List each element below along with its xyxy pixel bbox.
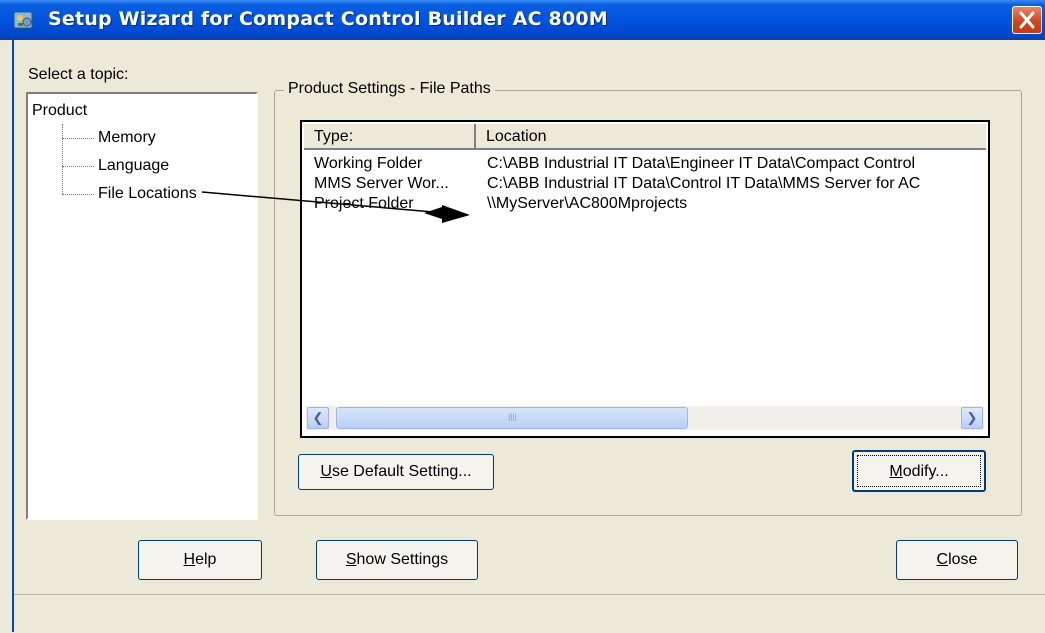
close-icon (1019, 11, 1035, 29)
file-paths-list[interactable]: Type: Location Working Folder C:\ABB Ind… (300, 120, 990, 438)
column-header-location[interactable]: Location (476, 124, 986, 150)
cell-location: \\MyServer\AC800Mprojects (487, 195, 688, 212)
tree-connector (62, 124, 63, 194)
tree-item-product[interactable]: Product (32, 102, 87, 120)
focus-rect (857, 455, 981, 487)
scroll-thumb[interactable]: IIII (336, 407, 688, 429)
button-label: how Settings (356, 551, 449, 568)
tree-item-file-locations[interactable]: File Locations (98, 185, 197, 203)
use-default-setting-button[interactable]: Use Default Setting... (298, 454, 494, 490)
button-label: elp (195, 551, 217, 568)
mnemonic-u: U (320, 463, 332, 480)
help-button[interactable]: Help (138, 540, 262, 580)
modify-button[interactable]: Modify... (852, 450, 986, 492)
button-label: se Default Setting... (331, 463, 472, 480)
column-header-location-label: Location (486, 128, 547, 145)
button-label: lose (948, 551, 978, 568)
cell-location: C:\ABB Industrial IT Data\Control IT Dat… (487, 175, 921, 192)
show-settings-button[interactable]: Show Settings (316, 540, 478, 580)
cell-type: Project Folder (314, 195, 414, 212)
cell-type: Working Folder (314, 155, 423, 172)
tree-connector (62, 194, 94, 195)
select-topic-label: Select a topic: (28, 66, 129, 83)
wizard-app-icon (13, 11, 33, 29)
mnemonic-h: H (183, 551, 196, 568)
chevron-left-icon: ❮ (312, 410, 324, 425)
mnemonic-s: S (345, 551, 357, 568)
horizontal-scrollbar[interactable]: ❮ IIII ❯ (306, 406, 984, 430)
scroll-left-button[interactable]: ❮ (307, 407, 329, 429)
column-header-type-label: Type: (314, 128, 354, 145)
mnemonic-c: C (936, 551, 949, 568)
tree-connector (62, 166, 94, 167)
chevron-right-icon: ❯ (966, 410, 978, 425)
tree-item-memory[interactable]: Memory (98, 129, 156, 147)
group-title: Product Settings - File Paths (284, 80, 495, 98)
topic-tree[interactable]: Product Memory Language File Locations (26, 92, 258, 520)
tree-connector (62, 138, 94, 139)
status-bar (14, 594, 1045, 633)
column-header-type[interactable]: Type: (304, 124, 476, 150)
close-button[interactable]: Close (896, 540, 1018, 580)
tree-item-language[interactable]: Language (98, 157, 169, 175)
scroll-right-button[interactable]: ❯ (961, 407, 983, 429)
list-item[interactable]: MMS Server Wor... C:\ABB Industrial IT D… (314, 175, 986, 195)
close-window-button[interactable] (1012, 6, 1042, 34)
window-title: Setup Wizard for Compact Control Builder… (48, 8, 608, 30)
cell-location: C:\ABB Industrial IT Data\Engineer IT Da… (487, 155, 916, 172)
title-bar: Setup Wizard for Compact Control Builder… (0, 0, 1045, 40)
cell-type: MMS Server Wor... (314, 175, 449, 192)
